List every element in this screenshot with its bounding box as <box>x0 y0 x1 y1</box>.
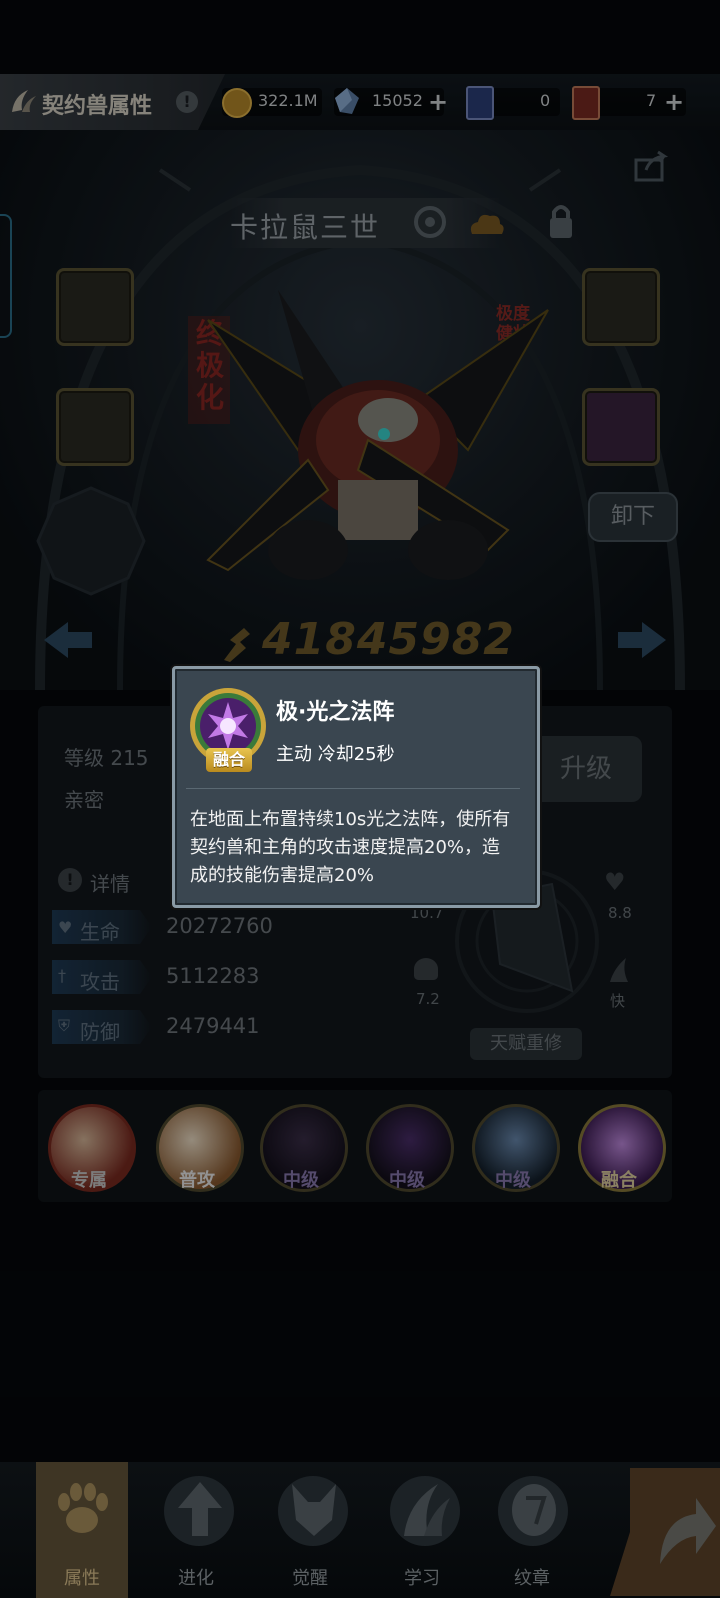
return-arrow-icon[interactable] <box>610 1468 720 1596</box>
nav-label-emblem: 纹章 <box>514 1568 550 1589</box>
nav-label-awaken: 觉醒 <box>292 1568 328 1589</box>
nav-label-evolve: 进化 <box>178 1568 214 1589</box>
popup-skill-meta: 主动 冷却25秒 <box>276 744 395 765</box>
fox-icon <box>292 1484 336 1536</box>
emblem-icon <box>512 1484 556 1536</box>
nav-label-learn: 学习 <box>404 1568 440 1589</box>
popup-divider <box>186 788 520 789</box>
popup-skill-description: 在地面上布置持续10s光之法阵，使所有契约兽和主角的攻击速度提高20%，造成的技… <box>190 809 511 886</box>
paw-icon <box>58 1483 108 1533</box>
fusion-badge: 融合 <box>206 748 252 772</box>
claw-swipe-icon <box>404 1484 450 1536</box>
arrow-up-icon <box>178 1482 222 1536</box>
popup-skill-title: 极·光之法阵 <box>276 700 395 725</box>
nav-label-attributes: 属性 <box>64 1568 100 1589</box>
